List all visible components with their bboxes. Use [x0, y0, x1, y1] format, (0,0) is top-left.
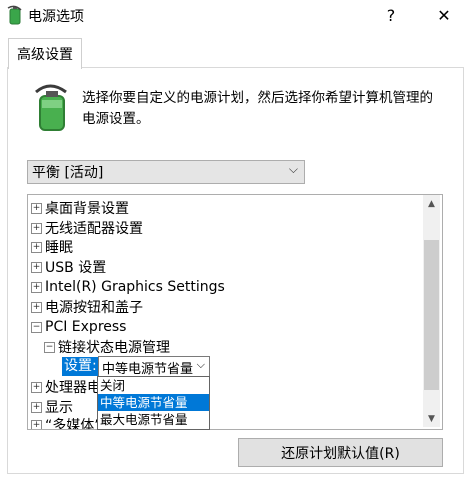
close-button[interactable]: ✕: [421, 0, 467, 30]
tree-item-label: 睡眠: [45, 240, 73, 256]
window-title: 电源选项: [28, 9, 84, 25]
restore-defaults-button[interactable]: 还原计划默认值(R): [238, 438, 443, 467]
tree-item-label: PCI Express: [45, 319, 127, 335]
tree-item-label: Intel(R) Graphics Settings: [45, 279, 225, 295]
setting-dropdown-list[interactable]: 关闭 中等电源节省量 最大电源节省量: [97, 376, 210, 430]
power-plan-value: 平衡 [活动]: [32, 165, 104, 181]
power-battery-icon: [7, 5, 22, 25]
chevron-down-icon: ⌵: [196, 358, 205, 371]
collapse-icon[interactable]: −: [31, 321, 42, 333]
dropdown-option-maximum[interactable]: 最大电源节省量: [98, 411, 209, 428]
tree-item-label: USB 设置: [45, 260, 107, 276]
expand-icon[interactable]: +: [31, 381, 42, 393]
scroll-thumb[interactable]: [424, 240, 439, 390]
tree-item-pci-express[interactable]: − PCI Express: [31, 317, 126, 337]
tree-item-label: 链接状态电源管理: [58, 340, 170, 356]
tree-item-desktop-background[interactable]: + 桌面背景设置: [31, 198, 129, 218]
dropdown-option-off[interactable]: 关闭: [98, 377, 209, 394]
tree-item-label: 桌面背景设置: [45, 201, 129, 217]
tree-item-intel-graphics[interactable]: + Intel(R) Graphics Settings: [31, 277, 225, 297]
expand-icon[interactable]: +: [31, 401, 42, 413]
tree-scrollbar[interactable]: ▲ ▼: [423, 195, 440, 427]
tree-item-label: 显示: [45, 400, 73, 416]
settings-tree[interactable]: + 桌面背景设置 + 无线适配器设置 + 睡眠 + USB 设置 + Intel…: [27, 194, 443, 430]
battery-plug-icon: [35, 84, 67, 131]
setting-label: 设置:: [62, 357, 100, 376]
tree-item-display[interactable]: + 显示: [31, 397, 73, 417]
tree-item-processor-power[interactable]: + 处理器电: [31, 377, 101, 397]
title-bar: 电源选项 ? ✕: [0, 0, 474, 30]
tree-item-usb[interactable]: + USB 设置: [31, 257, 106, 277]
tree-item-link-state-power[interactable]: − 链接状态电源管理: [44, 337, 170, 357]
help-button[interactable]: ?: [368, 0, 414, 30]
expand-icon[interactable]: +: [31, 241, 42, 253]
expand-icon[interactable]: +: [31, 301, 42, 313]
tree-item-sleep[interactable]: + 睡眠: [31, 237, 73, 257]
power-plan-select[interactable]: 平衡 [活动] ⌵: [27, 160, 305, 184]
chevron-down-icon: ⌵: [288, 162, 298, 176]
expand-icon[interactable]: +: [31, 222, 42, 234]
link-state-setting-select[interactable]: 中等电源节省量 ⌵: [98, 356, 210, 377]
tab-advanced-settings[interactable]: 高级设置: [8, 38, 82, 69]
tree-item-label: 处理器电: [45, 380, 101, 396]
tree-item-wireless-adapter[interactable]: + 无线适配器设置: [31, 218, 143, 238]
description-text: 选择你要自定义的电源计划，然后选择你希望计算机管理的电源设置。: [82, 90, 433, 127]
tree-item-label: 电源按钮和盖子: [45, 300, 143, 316]
scroll-up-icon[interactable]: ▲: [423, 195, 440, 212]
tree-item-label: 无线适配器设置: [45, 221, 143, 237]
expand-icon[interactable]: +: [31, 202, 42, 214]
expand-icon[interactable]: +: [31, 261, 42, 273]
tree-item-power-buttons-lid[interactable]: + 电源按钮和盖子: [31, 297, 143, 317]
dropdown-option-moderate[interactable]: 中等电源节省量: [98, 394, 209, 411]
expand-icon[interactable]: +: [31, 419, 42, 429]
scroll-down-icon[interactable]: ▼: [423, 410, 440, 427]
collapse-icon[interactable]: −: [44, 341, 55, 353]
setting-value: 中等电源节省量: [102, 362, 194, 377]
expand-icon[interactable]: +: [31, 281, 42, 293]
